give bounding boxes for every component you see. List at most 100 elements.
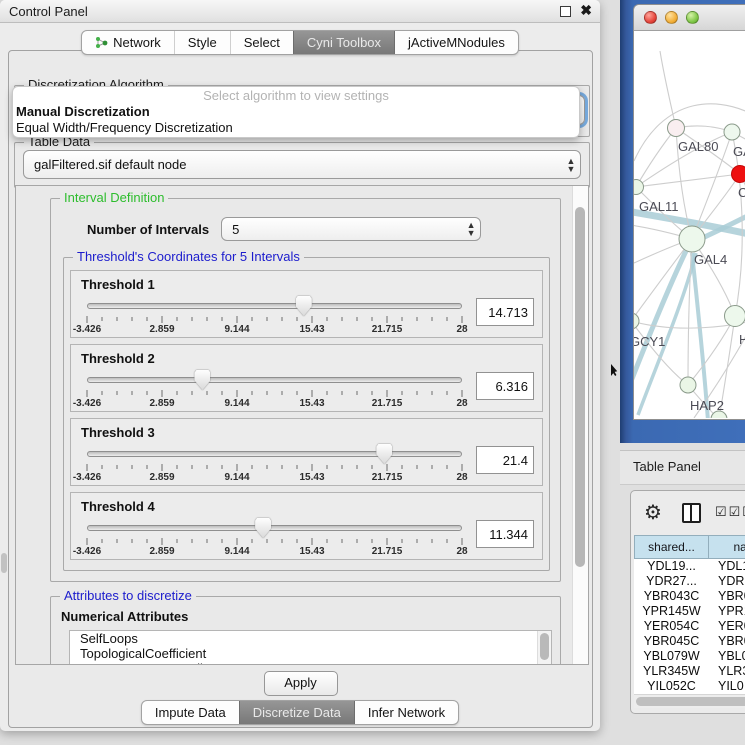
menu-item-manual-discretization[interactable]: Manual Discretization bbox=[13, 104, 579, 120]
network-node[interactable] bbox=[732, 166, 745, 183]
number-of-intervals-combobox[interactable]: 5 ▲▼ bbox=[221, 217, 481, 241]
apply-button[interactable]: Apply bbox=[264, 671, 338, 696]
list-item[interactable]: BetweennessCentrality bbox=[70, 661, 551, 665]
algorithm-hint: Select algorithm to view settings bbox=[13, 87, 579, 104]
tab-style[interactable]: Style bbox=[174, 31, 230, 54]
tab-cyni-toolbox[interactable]: Cyni Toolbox bbox=[293, 31, 394, 54]
slider-track[interactable] bbox=[87, 451, 462, 457]
tab-label: Select bbox=[244, 35, 280, 50]
slider-thumb[interactable] bbox=[194, 370, 210, 390]
float-window-icon[interactable] bbox=[560, 6, 571, 17]
close-traffic-light[interactable] bbox=[644, 11, 657, 24]
slider-tick-labels: -3.4262.8599.14415.4321.71528 bbox=[87, 546, 462, 558]
threshold-4-value-field[interactable]: 11.344 bbox=[476, 520, 534, 548]
interval-definition-group: Interval Definition Number of Intervals … bbox=[50, 198, 561, 582]
tab-group: Network Style Select Cyni Toolbox jActiv… bbox=[81, 30, 519, 55]
table-row[interactable]: YDL19...YDL1 bbox=[634, 559, 745, 574]
network-node[interactable] bbox=[724, 124, 740, 140]
slider-tick-labels: -3.4262.8599.14415.4321.71528 bbox=[87, 324, 462, 336]
slider-track[interactable] bbox=[87, 377, 462, 383]
table-row[interactable]: YER054CYER0 bbox=[634, 619, 745, 634]
tab-infer-network[interactable]: Infer Network bbox=[354, 701, 458, 724]
network-icon bbox=[95, 36, 108, 49]
combo-arrows-icon: ▲▼ bbox=[462, 221, 480, 237]
table-row[interactable]: YBL079WYBL0 bbox=[634, 649, 745, 664]
close-icon[interactable]: ✖ bbox=[580, 2, 592, 19]
node-label: C bbox=[738, 185, 745, 200]
threshold-1-box: Threshold 1 -3.4262.8599.14415.4321.7152… bbox=[70, 270, 543, 338]
table-row[interactable]: YDR27...YDR2 bbox=[634, 574, 745, 589]
tab-jactivemnodules[interactable]: jActiveMNodules bbox=[394, 31, 518, 54]
table-panel-header: Table Panel bbox=[620, 450, 745, 485]
slider-thumb[interactable] bbox=[255, 518, 271, 538]
slider-thumb[interactable] bbox=[296, 296, 312, 316]
list-item[interactable]: SelfLoops bbox=[70, 631, 551, 646]
slider-thumb[interactable] bbox=[376, 444, 392, 464]
table-row[interactable]: YBR043CYBR0 bbox=[634, 589, 745, 604]
mouse-cursor bbox=[611, 364, 619, 376]
slider-track[interactable] bbox=[87, 303, 462, 309]
network-node[interactable] bbox=[680, 377, 696, 393]
network-canvas[interactable]: GAL80GACGAL11GAL4GCY1HHAP2 bbox=[634, 31, 745, 418]
tab-group: Impute Data Discretize Data Infer Networ… bbox=[141, 700, 459, 725]
gear-icon[interactable]: ⚙ bbox=[644, 500, 662, 525]
menu-item-equal-width-frequency[interactable]: Equal Width/Frequency Discretization bbox=[13, 120, 579, 136]
tab-select[interactable]: Select bbox=[230, 31, 293, 54]
number-of-intervals-label: Number of Intervals bbox=[87, 222, 209, 237]
slider-track[interactable] bbox=[87, 525, 462, 531]
network-node[interactable] bbox=[668, 120, 685, 137]
table-row[interactable]: YIL052CYIL0 bbox=[634, 679, 745, 694]
node-label: GAL11 bbox=[639, 199, 679, 214]
settings-vertical-scrollbar[interactable] bbox=[572, 186, 588, 664]
select-columns-icons[interactable]: ☑☑☑ bbox=[715, 504, 745, 520]
tab-impute-data[interactable]: Impute Data bbox=[142, 701, 239, 724]
table-data-combobox[interactable]: galFiltered.sif default node ▲▼ bbox=[23, 150, 581, 179]
zoom-traffic-light[interactable] bbox=[686, 11, 699, 24]
scrollbar-thumb[interactable] bbox=[575, 207, 585, 567]
network-node[interactable] bbox=[634, 313, 639, 329]
threshold-3-slider[interactable]: -3.4262.8599.14415.4321.71528 bbox=[85, 444, 464, 484]
network-node[interactable] bbox=[679, 226, 705, 252]
slider-tick-labels: -3.4262.8599.14415.4321.71528 bbox=[87, 472, 462, 484]
node-label: H bbox=[739, 332, 745, 347]
threshold-3-box: Threshold 3 -3.4262.8599.14415.4321.7152… bbox=[70, 418, 543, 486]
numerical-attributes-label: Numerical Attributes bbox=[61, 609, 552, 624]
left-scrollbar-thumb[interactable] bbox=[1, 553, 7, 573]
threshold-4-slider[interactable]: -3.4262.8599.14415.4321.71528 bbox=[85, 518, 464, 558]
threshold-2-slider[interactable]: -3.4262.8599.14415.4321.71528 bbox=[85, 370, 464, 410]
number-of-intervals-row: Number of Intervals 5 ▲▼ bbox=[87, 217, 552, 241]
tab-discretize-data[interactable]: Discretize Data bbox=[239, 701, 354, 724]
network-node[interactable] bbox=[725, 306, 745, 327]
threshold-1-slider[interactable]: -3.4262.8599.14415.4321.71528 bbox=[85, 296, 464, 336]
network-window-titlebar bbox=[634, 5, 745, 31]
tab-network[interactable]: Network bbox=[82, 31, 174, 54]
threshold-2-value-field[interactable]: 6.316 bbox=[476, 372, 534, 400]
scrollbar-thumb[interactable] bbox=[636, 697, 745, 706]
combo-value: 5 bbox=[222, 222, 462, 237]
table-row[interactable]: YPR145WYPR1 bbox=[634, 604, 745, 619]
minimize-traffic-light[interactable] bbox=[665, 11, 678, 24]
numerical-attributes-list[interactable]: SelfLoopsTopologicalCoefficientBetweenne… bbox=[69, 630, 552, 665]
column-header-name[interactable]: name bbox=[709, 535, 745, 559]
table-data-group: Table Data galFiltered.sif default node … bbox=[14, 142, 590, 188]
split-view-icon[interactable] bbox=[682, 503, 701, 523]
threshold-4-box: Threshold 4 -3.4262.8599.14415.4321.7152… bbox=[70, 492, 543, 560]
threshold-label: Threshold 3 bbox=[81, 425, 534, 440]
group-title: Attributes to discretize bbox=[60, 588, 196, 603]
table-row[interactable]: YLR345WYLR3 bbox=[634, 664, 745, 679]
threshold-3-value-field[interactable]: 21.4 bbox=[476, 446, 534, 474]
table-row[interactable]: YBR045CYBR0 bbox=[634, 634, 745, 649]
column-header-shared-name[interactable]: shared... bbox=[634, 535, 709, 559]
threshold-label: Threshold 1 bbox=[81, 277, 534, 292]
slider-ticks bbox=[87, 538, 462, 546]
table-toolbar: ⚙ ☑☑☑ bbox=[631, 491, 745, 533]
network-node[interactable] bbox=[634, 180, 644, 195]
list-scrollbar[interactable] bbox=[537, 631, 551, 665]
attributes-group: Attributes to discretize Numerical Attri… bbox=[50, 596, 561, 665]
node-table: shared... name YDL19...YDL1YDR27...YDR2Y… bbox=[634, 535, 745, 708]
table-panel-title: Table Panel bbox=[633, 459, 701, 474]
table-horizontal-scrollbar[interactable] bbox=[634, 694, 745, 708]
network-nodes[interactable]: GAL80GACGAL11GAL4GCY1HHAP2 bbox=[634, 120, 745, 419]
threshold-1-value-field[interactable]: 14.713 bbox=[476, 298, 534, 326]
list-item[interactable]: TopologicalCoefficient bbox=[70, 646, 551, 661]
